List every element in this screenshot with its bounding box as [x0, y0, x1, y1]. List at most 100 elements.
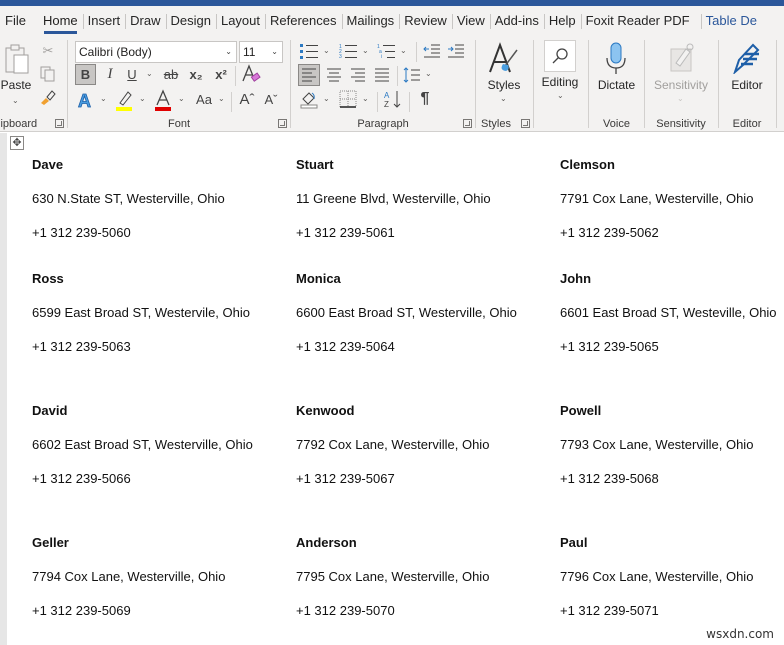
tab-review[interactable]: Review	[399, 6, 452, 36]
clear-formatting-button[interactable]	[240, 63, 262, 85]
table-cell[interactable]: Monica 6600 East Broad ST, Westerville, …	[296, 271, 517, 373]
bullets-dropdown-icon[interactable]: ⌄	[323, 46, 330, 55]
chevron-down-icon: ⌄	[271, 47, 278, 56]
justify-button[interactable]	[372, 64, 392, 86]
font-launcher-icon[interactable]	[278, 119, 287, 128]
styles-button[interactable]	[486, 42, 522, 76]
decrease-indent-button[interactable]	[422, 41, 442, 61]
table-cell[interactable]: Paul 7796 Cox Lane, Westerville, Ohio +1…	[560, 535, 753, 637]
table-cell[interactable]: Kenwood 7792 Cox Lane, Westerville, Ohio…	[296, 403, 489, 505]
highlight-button[interactable]	[114, 88, 136, 112]
table-cell[interactable]: Stuart 11 Greene Blvd, Westerville, Ohio…	[296, 157, 491, 259]
superscript-button[interactable]: x²	[212, 64, 230, 85]
sort-button[interactable]: AZ	[382, 88, 404, 110]
table-cell[interactable]: Dave 630 N.State ST, Westerville, Ohio +…	[32, 157, 225, 259]
borders-icon	[339, 90, 357, 108]
strikethrough-button[interactable]: ab	[160, 64, 182, 85]
shading-button[interactable]	[298, 88, 320, 110]
borders-dropdown-icon[interactable]: ⌄	[362, 94, 369, 103]
change-case-dropdown-icon[interactable]: ⌄	[218, 94, 225, 103]
tab-view[interactable]: View	[451, 6, 490, 36]
contact-name: Powell	[560, 403, 602, 418]
multilevel-list-button[interactable]: 1ai	[375, 41, 397, 61]
tab-draw[interactable]: Draw	[125, 6, 165, 36]
line-spacing-button[interactable]	[402, 64, 422, 86]
sensitivity-label: Sensitivity	[653, 78, 709, 92]
subscript-button[interactable]: x₂	[187, 64, 205, 85]
borders-button[interactable]	[337, 88, 359, 110]
divider	[231, 92, 232, 112]
clipboard-launcher-icon[interactable]	[55, 119, 64, 128]
italic-button[interactable]: I	[101, 64, 119, 85]
shading-dropdown-icon[interactable]: ⌄	[323, 94, 330, 103]
table-cell[interactable]: John 6601 East Broad ST, Westeville, Ohi…	[560, 271, 777, 373]
align-left-icon	[302, 68, 316, 82]
paragraph-launcher-icon[interactable]	[463, 119, 472, 128]
clipboard-group: Paste ⌄ ✂ lipboard	[0, 36, 68, 132]
tab-help[interactable]: Help	[543, 6, 581, 36]
contact-phone: +1 312 239-5064	[296, 339, 395, 354]
table-cell[interactable]: Powell 7793 Cox Lane, Westerville, Ohio …	[560, 403, 753, 505]
font-color-button[interactable]	[152, 88, 174, 112]
copy-button[interactable]	[38, 65, 58, 83]
numbering-button[interactable]: 123	[337, 41, 359, 61]
numbering-dropdown-icon[interactable]: ⌄	[362, 46, 369, 55]
tab-mailings[interactable]: Mailings	[341, 6, 400, 36]
align-center-button[interactable]	[324, 64, 344, 86]
highlight-dropdown-icon[interactable]: ⌄	[139, 94, 146, 103]
underline-dropdown-icon[interactable]: ⌄	[146, 69, 153, 78]
editor-button[interactable]	[730, 40, 762, 76]
table-move-handle-icon[interactable]: ✥	[10, 136, 24, 150]
font-name-select[interactable]: Calibri (Body) ⌄	[75, 41, 237, 63]
styles-launcher-icon[interactable]	[521, 119, 530, 128]
text-effects-button[interactable]: A	[75, 89, 97, 111]
align-left-button[interactable]	[298, 64, 320, 86]
tab-insert[interactable]: Insert	[82, 6, 126, 36]
editing-dropdown-icon[interactable]: ⌄	[557, 91, 564, 100]
dictate-button[interactable]	[601, 40, 631, 76]
paste-dropdown-icon[interactable]: ⌄	[12, 96, 19, 105]
table-cell[interactable]: Ross 6599 East Broad ST, Westervile, Ohi…	[32, 271, 250, 373]
editing-button[interactable]	[544, 40, 576, 72]
paste-button[interactable]	[2, 42, 32, 78]
line-spacing-dropdown-icon[interactable]: ⌄	[425, 69, 432, 78]
shrink-font-button[interactable]: Aˇ	[261, 89, 281, 110]
sensitivity-dropdown-icon[interactable]: ⌄	[677, 94, 684, 103]
format-painter-button[interactable]	[38, 88, 58, 106]
contact-name: Monica	[296, 271, 341, 286]
underline-button[interactable]: U	[123, 64, 141, 85]
tab-home[interactable]: Home	[38, 6, 83, 36]
contact-name: Dave	[32, 157, 64, 172]
contact-phone: +1 312 239-5069	[32, 603, 131, 618]
change-case-button[interactable]: Aa	[192, 89, 216, 110]
show-formatting-button[interactable]: ¶	[415, 88, 435, 110]
sensitivity-button[interactable]	[667, 40, 697, 74]
styles-dropdown-icon[interactable]: ⌄	[500, 94, 507, 103]
table-cell[interactable]: Anderson 7795 Cox Lane, Westerville, Ohi…	[296, 535, 489, 637]
multilevel-list-dropdown-icon[interactable]: ⌄	[400, 46, 407, 55]
numbering-icon: 123	[339, 44, 357, 59]
table-cell[interactable]: Clemson 7791 Cox Lane, Westerville, Ohio…	[560, 157, 753, 259]
tab-file[interactable]: File	[0, 6, 38, 36]
format-painter-icon	[41, 90, 56, 105]
bullets-button[interactable]	[298, 41, 320, 61]
increase-indent-button[interactable]	[446, 41, 466, 61]
bold-button[interactable]: B	[75, 64, 96, 85]
text-effects-dropdown-icon[interactable]: ⌄	[100, 94, 107, 103]
tab-design[interactable]: Design	[165, 6, 216, 36]
font-size-select[interactable]: 11 ⌄	[239, 41, 283, 63]
align-right-button[interactable]	[348, 64, 368, 86]
styles-group: Styles ⌄ Styles	[476, 36, 532, 132]
table-cell[interactable]: David 6602 East Broad ST, Westerville, O…	[32, 403, 253, 505]
tab-add-ins[interactable]: Add-ins	[489, 6, 544, 36]
contact-address: 6601 East Broad ST, Westeville, Ohio	[560, 305, 777, 320]
tab-table-design[interactable]: Table De	[700, 6, 762, 36]
font-color-dropdown-icon[interactable]: ⌄	[178, 94, 185, 103]
tab-foxit-reader-pdf[interactable]: Foxit Reader PDF	[580, 6, 695, 36]
cut-icon[interactable]: ✂	[38, 42, 58, 60]
sensitivity-group: Sensitivity ⌄ Sensitivity	[645, 36, 717, 132]
tab-layout[interactable]: Layout	[215, 6, 265, 36]
table-cell[interactable]: Geller 7794 Cox Lane, Westerville, Ohio …	[32, 535, 225, 637]
tab-references[interactable]: References	[265, 6, 341, 36]
grow-font-button[interactable]: Aˆ	[237, 89, 257, 110]
